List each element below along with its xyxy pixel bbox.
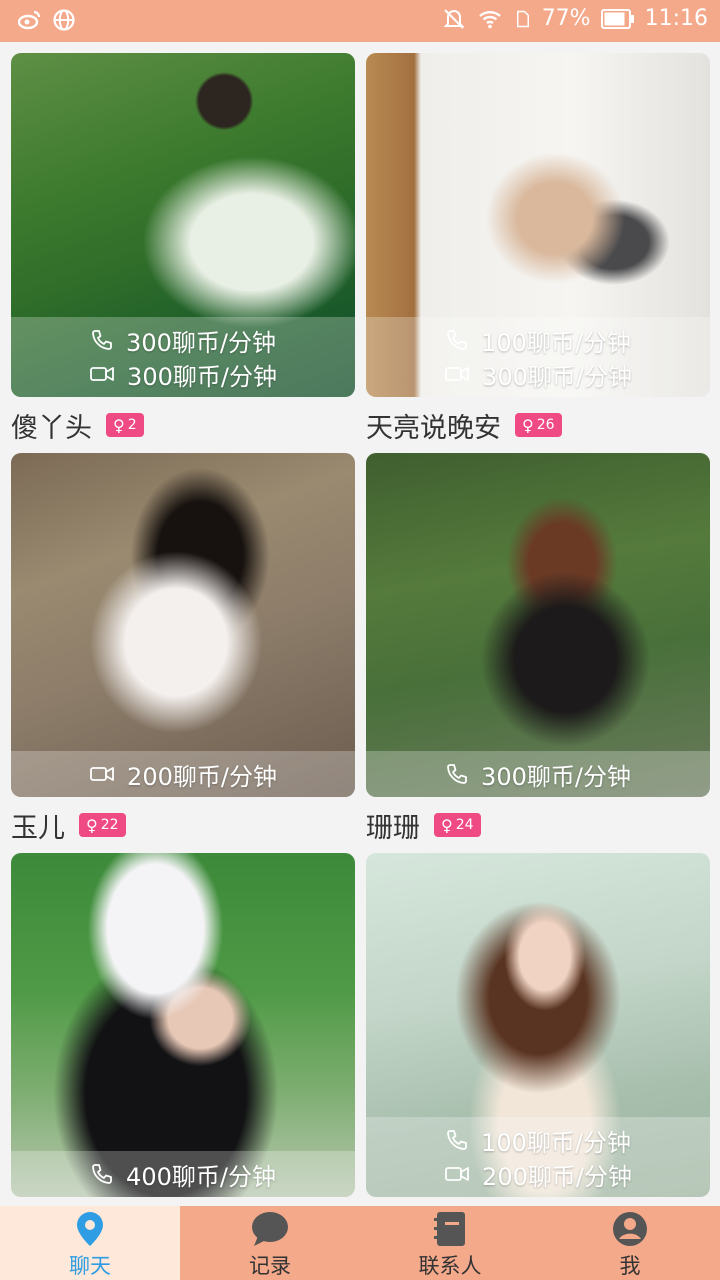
video-icon bbox=[445, 367, 469, 381]
price-overlay: 100聊币/分钟 300聊币/分钟 bbox=[366, 317, 710, 397]
video-icon bbox=[90, 367, 114, 381]
tab-chat[interactable]: 聊天 bbox=[0, 1206, 180, 1280]
price-overlay: 100聊币/分钟 200聊币/分钟 bbox=[366, 1117, 710, 1197]
sim-icon bbox=[516, 10, 529, 27]
tab-me[interactable]: 我 bbox=[540, 1206, 720, 1280]
battery-icon bbox=[600, 8, 634, 29]
user-icon bbox=[613, 1212, 647, 1246]
gender-age-badge: ♀ 26 bbox=[515, 413, 562, 437]
profile-photo[interactable]: 300聊币/分钟 bbox=[366, 453, 710, 797]
female-icon: ♀ bbox=[522, 415, 534, 435]
video-icon bbox=[445, 1167, 469, 1181]
profile-card[interactable]: 400聊币/分钟 bbox=[11, 853, 355, 1197]
female-icon: ♀ bbox=[113, 415, 125, 435]
gender-age-badge: ♀ 24 bbox=[434, 813, 481, 837]
video-icon bbox=[90, 767, 114, 781]
profile-grid[interactable]: 300聊币/分钟 300聊币/分钟 傻丫头 ♀ 2 100聊币/分钟 300聊币… bbox=[0, 42, 720, 1206]
phone-icon bbox=[447, 330, 467, 350]
location-pin-icon bbox=[77, 1212, 103, 1246]
bottom-tab-bar: 聊天 记录 联系人 我 bbox=[0, 1206, 720, 1280]
video-price: 300聊币/分钟 bbox=[482, 362, 632, 391]
profile-card[interactable]: 100聊币/分钟 300聊币/分钟 天亮说晚安 ♀ 26 bbox=[366, 53, 710, 453]
profile-name: 天亮说晚安 bbox=[366, 412, 501, 444]
voice-price: 300聊币/分钟 bbox=[481, 762, 631, 791]
tab-contacts[interactable]: 联系人 bbox=[360, 1206, 540, 1280]
video-price: 300聊币/分钟 bbox=[127, 362, 277, 391]
tab-label: 记录 bbox=[249, 1254, 291, 1278]
price-overlay: 200聊币/分钟 bbox=[11, 751, 355, 797]
profile-photo[interactable]: 100聊币/分钟 200聊币/分钟 bbox=[366, 853, 710, 1197]
video-price: 200聊币/分钟 bbox=[127, 762, 277, 791]
voice-price: 400聊币/分钟 bbox=[126, 1162, 276, 1191]
profile-card[interactable]: 300聊币/分钟 珊珊 ♀ 24 bbox=[366, 453, 710, 853]
voice-price: 300聊币/分钟 bbox=[126, 328, 276, 357]
female-icon: ♀ bbox=[86, 815, 98, 835]
price-overlay: 400聊币/分钟 bbox=[11, 1151, 355, 1197]
profile-name: 珊珊 bbox=[366, 812, 420, 844]
profile-photo[interactable]: 100聊币/分钟 300聊币/分钟 bbox=[366, 53, 710, 397]
gender-age-badge: ♀ 2 bbox=[106, 413, 144, 437]
globe-icon bbox=[53, 9, 75, 31]
battery-percent: 77% bbox=[541, 6, 591, 31]
contacts-book-icon bbox=[434, 1212, 465, 1246]
tab-records[interactable]: 记录 bbox=[180, 1206, 360, 1280]
weibo-icon bbox=[18, 10, 41, 30]
phone-icon bbox=[92, 330, 112, 350]
tab-label: 我 bbox=[619, 1254, 641, 1278]
tab-label: 联系人 bbox=[418, 1254, 482, 1278]
chat-bubble-icon bbox=[252, 1212, 288, 1246]
tab-label: 聊天 bbox=[69, 1254, 111, 1278]
profile-name: 傻丫头 bbox=[11, 412, 92, 444]
profile-card[interactable]: 200聊币/分钟 玉儿 ♀ 22 bbox=[11, 453, 355, 853]
phone-icon bbox=[447, 1130, 467, 1150]
status-bar: 77% 11:16 bbox=[0, 0, 720, 42]
price-overlay: 300聊币/分钟 300聊币/分钟 bbox=[11, 317, 355, 397]
profile-card[interactable]: 100聊币/分钟 200聊币/分钟 bbox=[366, 853, 710, 1197]
profile-card[interactable]: 300聊币/分钟 300聊币/分钟 傻丫头 ♀ 2 bbox=[11, 53, 355, 453]
price-overlay: 300聊币/分钟 bbox=[366, 751, 710, 797]
mute-icon bbox=[443, 8, 465, 29]
phone-icon bbox=[92, 1164, 112, 1184]
voice-price: 100聊币/分钟 bbox=[481, 1128, 631, 1157]
clock: 11:16 bbox=[644, 6, 708, 31]
phone-icon bbox=[447, 764, 467, 784]
female-icon: ♀ bbox=[441, 815, 453, 835]
profile-photo[interactable]: 400聊币/分钟 bbox=[11, 853, 355, 1197]
gender-age-badge: ♀ 22 bbox=[79, 813, 126, 837]
wifi-icon bbox=[478, 10, 501, 28]
profile-photo[interactable]: 300聊币/分钟 300聊币/分钟 bbox=[11, 53, 355, 397]
profile-name: 玉儿 bbox=[11, 812, 65, 844]
voice-price: 100聊币/分钟 bbox=[481, 328, 631, 357]
video-price: 200聊币/分钟 bbox=[482, 1162, 632, 1191]
profile-photo[interactable]: 200聊币/分钟 bbox=[11, 453, 355, 797]
